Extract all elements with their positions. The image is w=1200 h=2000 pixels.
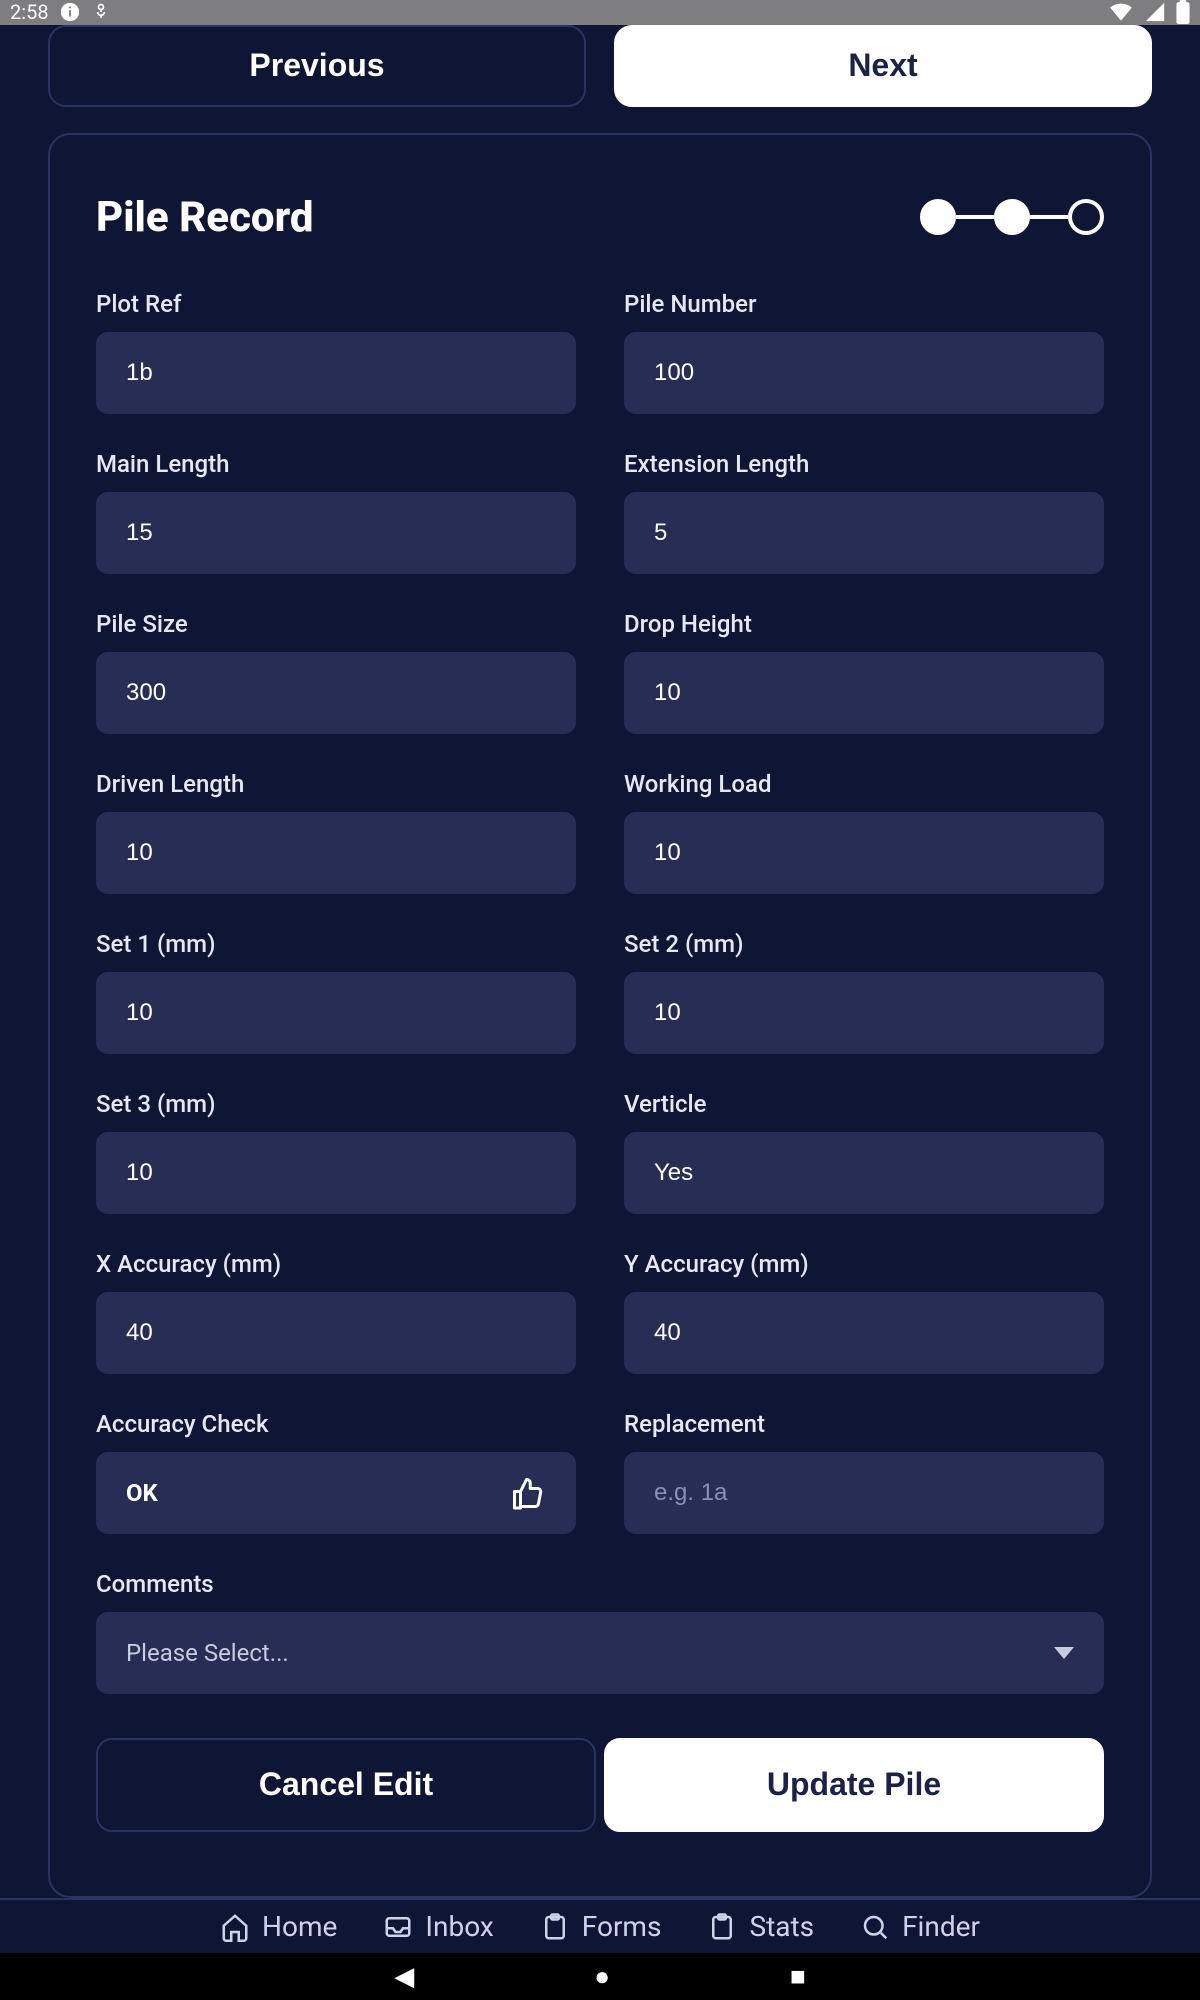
step-1-dot [920,199,956,235]
recents-icon[interactable]: ■ [790,1961,806,1992]
label: Verticle [624,1090,1104,1118]
pile-number-input[interactable] [624,332,1104,414]
field-driven-length: Driven Length [96,770,576,894]
pile-record-card: Pile Record Plot Ref Pile Number Main Le… [48,133,1152,1898]
back-icon[interactable]: ◀ [394,1962,414,1992]
android-status-bar: 2:58 [0,0,1200,25]
plot-ref-input[interactable] [96,332,576,414]
step-2-dot [994,199,1030,235]
label: Plot Ref [96,290,576,318]
field-pile-number: Pile Number [624,290,1104,414]
driven-length-input[interactable] [96,812,576,894]
field-x-accuracy: X Accuracy (mm) [96,1250,576,1374]
step-line [956,215,994,219]
set3-input[interactable] [96,1132,576,1214]
label: Y Accuracy (mm) [624,1250,1104,1278]
previous-button[interactable]: Previous [48,25,586,107]
nav-forms[interactable]: Forms [540,1910,662,1943]
thumbs-up-icon [510,1475,546,1511]
field-extension-length: Extension Length [624,450,1104,574]
x-accuracy-input[interactable] [96,1292,576,1374]
label: Replacement [624,1410,1104,1438]
set2-input[interactable] [624,972,1104,1054]
step-line [1030,215,1068,219]
info-icon [59,1,81,23]
drop-height-input[interactable] [624,652,1104,734]
top-nav: Previous Next [0,25,1200,133]
nav-label: Inbox [425,1910,493,1943]
label: Extension Length [624,450,1104,478]
label: Comments [96,1570,1104,1598]
update-pile-button[interactable]: Update Pile [604,1738,1104,1832]
field-set1: Set 1 (mm) [96,930,576,1054]
nav-label: Forms [582,1910,662,1943]
nav-label: Home [262,1910,337,1943]
field-y-accuracy: Y Accuracy (mm) [624,1250,1104,1374]
nav-finder[interactable]: Finder [860,1910,980,1943]
label: Working Load [624,770,1104,798]
clipboard-icon [707,1912,737,1942]
clipboard-icon [540,1912,570,1942]
home-circle-icon[interactable]: ● [594,1961,610,1992]
wifi-icon [1108,1,1134,23]
cancel-edit-button[interactable]: Cancel Edit [96,1738,596,1832]
field-main-length: Main Length [96,450,576,574]
field-accuracy-check: Accuracy Check OK [96,1410,576,1534]
label: Driven Length [96,770,576,798]
label: Set 3 (mm) [96,1090,576,1118]
nav-stats[interactable]: Stats [707,1910,814,1943]
card-title: Pile Record [96,193,314,242]
label: X Accuracy (mm) [96,1250,576,1278]
field-working-load: Working Load [624,770,1104,894]
replacement-input[interactable] [624,1452,1104,1534]
status-time: 2:58 [10,0,49,24]
field-verticle: Verticle [624,1090,1104,1214]
y-accuracy-input[interactable] [624,1292,1104,1374]
accuracy-check-value: OK [126,1479,158,1507]
extension-length-input[interactable] [624,492,1104,574]
label: Main Length [96,450,576,478]
working-load-input[interactable] [624,812,1104,894]
nav-home[interactable]: Home [220,1910,337,1943]
set1-input[interactable] [96,972,576,1054]
pile-size-input[interactable] [96,652,576,734]
next-button[interactable]: Next [614,25,1152,107]
field-comments: Comments Please Select... [96,1570,1104,1694]
field-plot-ref: Plot Ref [96,290,576,414]
label: Accuracy Check [96,1410,576,1438]
form-actions: Cancel Edit Update Pile [96,1738,1104,1832]
label: Pile Number [624,290,1104,318]
nav-label: Stats [749,1910,814,1943]
main-length-input[interactable] [96,492,576,574]
comments-value: Please Select... [126,1639,289,1667]
nav-inbox[interactable]: Inbox [383,1910,493,1943]
field-drop-height: Drop Height [624,610,1104,734]
step-3-dot [1068,199,1104,235]
label: Pile Size [96,610,576,638]
field-set3: Set 3 (mm) [96,1090,576,1214]
chevron-down-icon [1054,1647,1074,1659]
android-system-bar: ◀ ● ■ [0,1953,1200,2000]
bottom-nav: Home Inbox Forms Stats Finder [0,1898,1200,1954]
verticle-input[interactable] [624,1132,1104,1214]
form-grid: Plot Ref Pile Number Main Length Extensi… [96,290,1104,1694]
field-pile-size: Pile Size [96,610,576,734]
comments-select[interactable]: Please Select... [96,1612,1104,1694]
nav-label: Finder [902,1910,980,1943]
battery-icon [1176,0,1190,24]
label: Set 2 (mm) [624,930,1104,958]
home-icon [220,1912,250,1942]
label: Set 1 (mm) [96,930,576,958]
search-icon [860,1912,890,1942]
cell-signal-icon [1144,1,1166,23]
label: Drop Height [624,610,1104,638]
stepper [920,199,1104,235]
accuracy-check-toggle[interactable]: OK [96,1452,576,1534]
inbox-icon [383,1912,413,1942]
mic-icon [91,2,111,22]
field-replacement: Replacement [624,1410,1104,1534]
field-set2: Set 2 (mm) [624,930,1104,1054]
